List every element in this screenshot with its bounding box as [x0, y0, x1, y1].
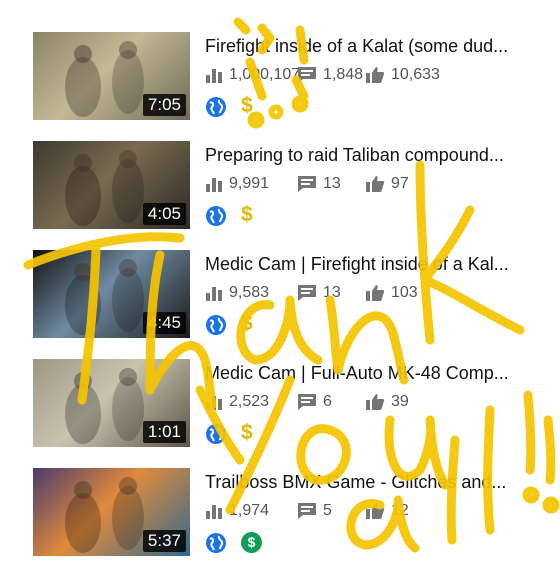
video-row[interactable]: 1:01 Medic Cam | Full-Auto MK-48 Comp... 2…: [0, 359, 560, 459]
video-thumbnail[interactable]: 7:05: [33, 32, 190, 120]
video-title[interactable]: Preparing to raid Taliban compound...: [205, 145, 525, 166]
comments-count: 6: [297, 393, 332, 411]
dollar-icon: $: [241, 532, 262, 553]
comment-icon: [297, 175, 323, 193]
comments-count-value: 6: [323, 393, 332, 410]
video-stats: 9,583 13 103: [205, 284, 545, 306]
views-count: 2,523: [205, 393, 269, 411]
likes-count-value: 103: [391, 284, 418, 301]
comments-count: 5: [297, 502, 332, 520]
bar-chart-icon: [205, 66, 229, 84]
comments-count: 13: [297, 175, 341, 193]
video-duration: 1:01: [142, 421, 186, 443]
globe-icon: [205, 205, 227, 227]
video-stats: 1,974 5 12: [205, 502, 545, 524]
comments-count-value: 13: [323, 175, 341, 192]
likes-count-value: 97: [391, 175, 409, 192]
dollar-icon: $: [241, 312, 253, 335]
video-duration: 7:05: [142, 94, 186, 116]
video-title[interactable]: Trailboss BMX Game - Glitches and...: [205, 472, 525, 493]
video-duration: 5:37: [142, 530, 186, 552]
thumbs-up-icon: [365, 175, 391, 193]
video-row[interactable]: 4:05 Preparing to raid Taliban compound..…: [0, 141, 560, 241]
dollar-icon: $: [241, 421, 253, 444]
bar-chart-icon: [205, 502, 229, 520]
video-title[interactable]: Medic Cam | Firefight inside of a Kal...: [205, 254, 525, 275]
comments-count-value: 1,848: [323, 66, 364, 83]
thumbs-up-icon: [365, 66, 391, 84]
likes-count-value: 12: [391, 502, 409, 519]
thumbs-up-icon: [365, 502, 391, 520]
comment-icon: [297, 502, 323, 520]
likes-count: 97: [365, 175, 409, 193]
video-thumbnail[interactable]: 5:37: [33, 468, 190, 556]
globe-icon: [205, 532, 227, 554]
comment-icon: [297, 66, 323, 84]
video-row[interactable]: 7:05 Firefight inside of a Kalat (some du…: [0, 32, 560, 132]
video-title[interactable]: Firefight inside of a Kalat (some dud...: [205, 36, 525, 57]
comment-icon: [297, 284, 323, 302]
views-count: 9,991: [205, 175, 269, 193]
comments-count: 13: [297, 284, 341, 302]
video-row[interactable]: 4:45 Medic Cam | Firefight inside of a Ka…: [0, 250, 560, 350]
comments-count: 1,848: [297, 66, 363, 84]
video-row[interactable]: 5:37 Trailboss BMX Game - Glitches and...…: [0, 468, 560, 568]
video-stats: 2,523 6 39: [205, 393, 545, 415]
views-count-value: 9,583: [229, 284, 270, 301]
likes-count: 12: [365, 502, 409, 520]
comments-count-value: 13: [323, 284, 341, 301]
globe-icon: [205, 423, 227, 445]
bar-chart-icon: [205, 175, 229, 193]
globe-icon: [205, 96, 227, 118]
comment-icon: [297, 393, 323, 411]
dollar-icon: $: [241, 203, 253, 226]
likes-count-value: 39: [391, 393, 409, 410]
video-badges: $: [205, 94, 285, 120]
likes-count-value: 10,633: [391, 66, 440, 83]
video-duration: 4:45: [142, 312, 186, 334]
video-badges: $: [205, 532, 285, 556]
video-duration: 4:05: [142, 203, 186, 225]
video-badges: $: [205, 421, 285, 447]
views-count-value: 2,523: [229, 393, 270, 410]
video-badges: $: [205, 312, 285, 338]
views-count: 9,583: [205, 284, 269, 302]
views-count-value: 9,991: [229, 175, 270, 192]
video-badges: $: [205, 203, 285, 229]
bar-chart-icon: [205, 284, 229, 302]
thumbs-up-icon: [365, 393, 391, 411]
video-stats: 1,000,107 1,848 10,633: [205, 66, 545, 88]
likes-count: 39: [365, 393, 409, 411]
views-count-value: 1,974: [229, 502, 270, 519]
globe-icon: [205, 314, 227, 336]
bar-chart-icon: [205, 393, 229, 411]
video-thumbnail[interactable]: 1:01: [33, 359, 190, 447]
dollar-icon: $: [241, 94, 253, 117]
video-title[interactable]: Medic Cam | Full-Auto MK-48 Comp...: [205, 363, 525, 384]
views-count: 1,000,107: [205, 66, 300, 84]
views-count: 1,974: [205, 502, 269, 520]
thumbs-up-icon: [365, 284, 391, 302]
views-count-value: 1,000,107: [229, 66, 301, 83]
likes-count: 10,633: [365, 66, 440, 84]
video-stats: 9,991 13 97: [205, 175, 545, 197]
comments-count-value: 5: [323, 502, 332, 519]
video-thumbnail[interactable]: 4:05: [33, 141, 190, 229]
likes-count: 103: [365, 284, 418, 302]
video-thumbnail[interactable]: 4:45: [33, 250, 190, 338]
